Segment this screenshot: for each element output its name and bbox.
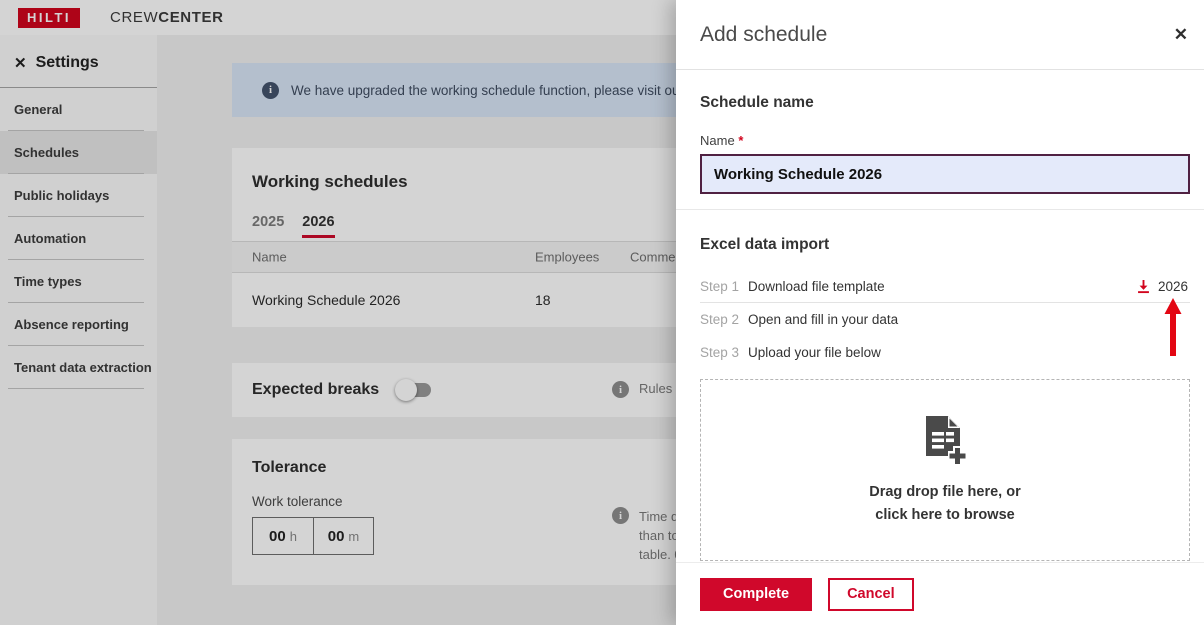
close-panel-icon[interactable]: ✕ bbox=[1174, 25, 1188, 45]
dropzone-line-1: Drag drop file here, or bbox=[869, 481, 1020, 503]
annotation-arrow-up-icon bbox=[1164, 298, 1182, 356]
panel-body: Schedule name Name * Excel data import S… bbox=[676, 70, 1204, 561]
step-3-text: Upload your file below bbox=[748, 345, 881, 360]
download-icon bbox=[1136, 279, 1151, 294]
step-3-row: Step 3 Upload your file below bbox=[700, 336, 1190, 369]
step-1-row: Step 1 Download file template 2026 bbox=[700, 270, 1190, 303]
schedule-name-heading: Schedule name bbox=[700, 70, 1190, 112]
file-dropzone[interactable]: Drag drop file here, or click here to br… bbox=[700, 379, 1190, 561]
name-label-text: Name bbox=[700, 133, 735, 148]
name-field-label: Name * bbox=[700, 133, 1190, 148]
step-2-row: Step 2 Open and fill in your data bbox=[700, 303, 1190, 336]
panel-footer: Complete Cancel bbox=[676, 562, 1204, 625]
dropzone-line-2: click here to browse bbox=[869, 504, 1020, 526]
panel-header: Add schedule ✕ bbox=[676, 0, 1204, 70]
required-asterisk: * bbox=[738, 133, 743, 148]
step-2-label: Step 2 bbox=[700, 312, 748, 327]
step-1-label: Step 1 bbox=[700, 279, 748, 294]
download-year-label: 2026 bbox=[1158, 279, 1188, 294]
excel-import-heading: Excel data import bbox=[700, 236, 1190, 254]
panel-divider bbox=[676, 209, 1204, 210]
complete-button[interactable]: Complete bbox=[700, 578, 812, 611]
cancel-button[interactable]: Cancel bbox=[828, 578, 914, 611]
panel-title: Add schedule bbox=[700, 23, 827, 47]
step-1-text: Download file template bbox=[748, 279, 885, 294]
step-2-text: Open and fill in your data bbox=[748, 312, 898, 327]
add-schedule-panel: Add schedule ✕ Schedule name Name * Exce… bbox=[676, 0, 1204, 625]
app-window: HILTI CREWCENTER ✕ Settings General Sche… bbox=[0, 0, 1204, 625]
step-3-label: Step 3 bbox=[700, 345, 748, 360]
import-steps: Step 1 Download file template 2026 Step … bbox=[700, 270, 1190, 369]
schedule-name-input[interactable] bbox=[700, 154, 1190, 194]
dropzone-text: Drag drop file here, or click here to br… bbox=[869, 481, 1020, 526]
add-file-icon bbox=[922, 414, 968, 466]
